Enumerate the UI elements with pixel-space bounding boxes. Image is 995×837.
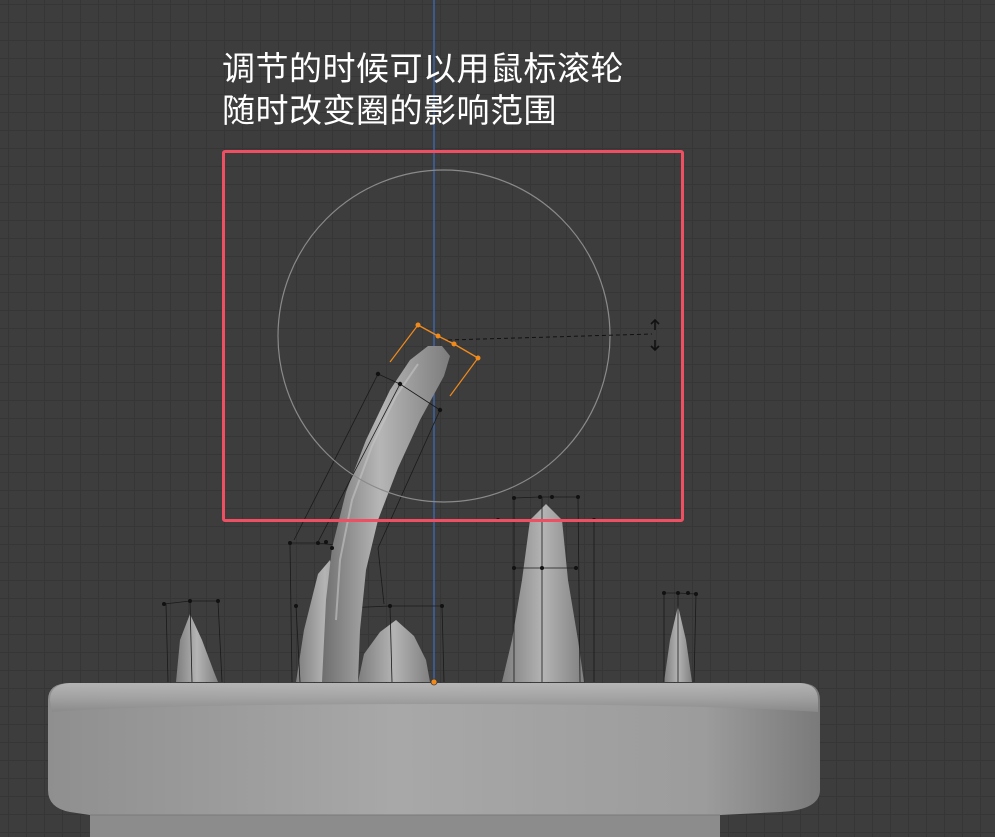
annotation-line-2: 随时改变圈的影响范围	[222, 91, 557, 130]
base-mesh[interactable]	[48, 683, 820, 837]
spike-center-right[interactable]	[496, 495, 596, 683]
origin-dot-icon[interactable]	[430, 678, 438, 686]
annotation-highlight-box	[222, 150, 684, 522]
annotation-line-1: 调节的时候可以用鼠标滚轮	[222, 49, 624, 88]
spike-left[interactable]	[162, 599, 223, 683]
annotation-text: 调节的时候可以用鼠标滚轮 随时改变圈的影响范围	[222, 48, 742, 132]
3d-viewport[interactable]: 调节的时候可以用鼠标滚轮 随时改变圈的影响范围	[0, 0, 995, 837]
spike-right[interactable]	[662, 591, 698, 683]
